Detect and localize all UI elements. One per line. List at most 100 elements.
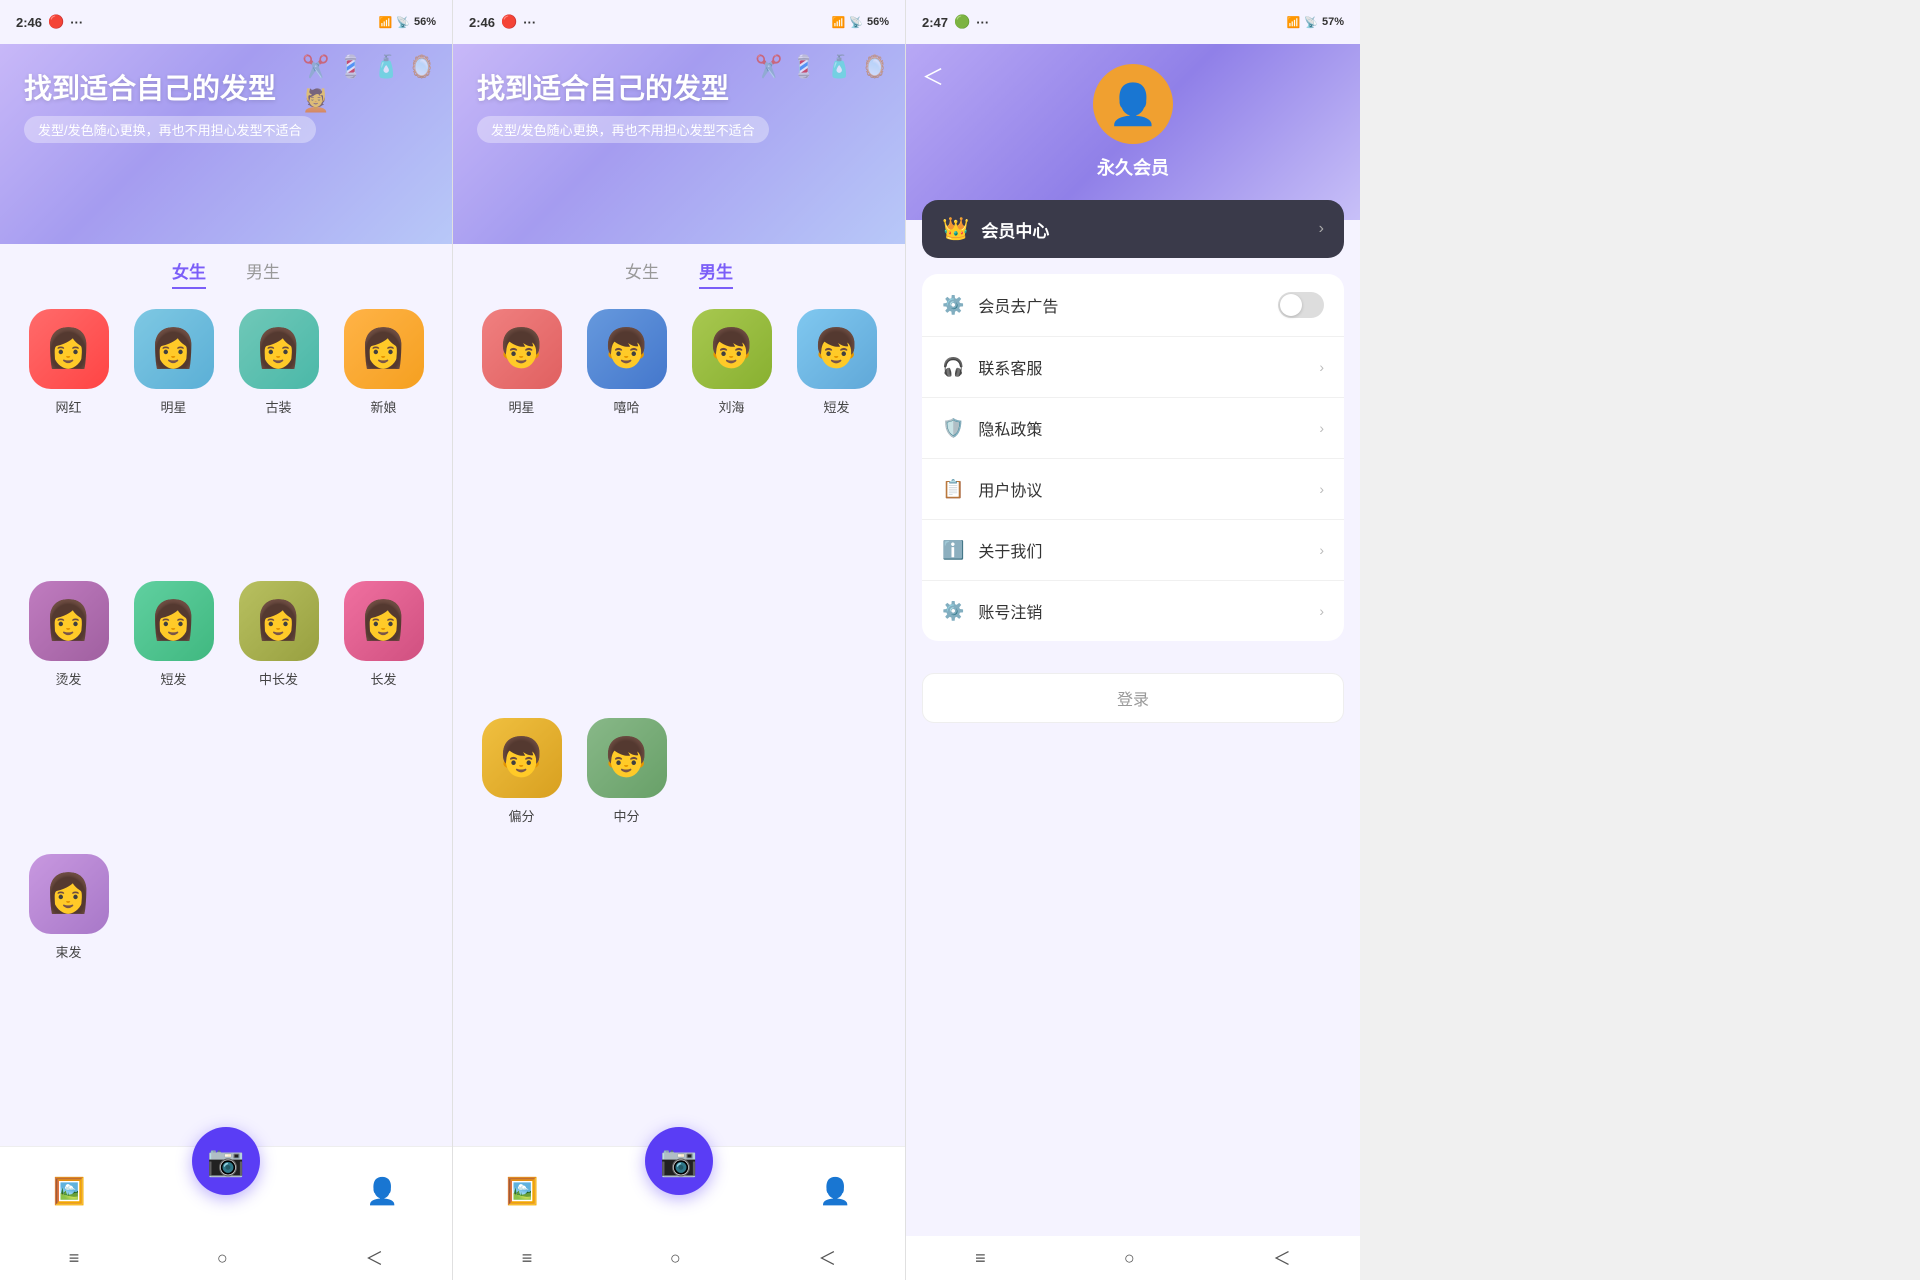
sys-home-right[interactable]: ○	[1124, 1248, 1135, 1269]
gallery-icon-2[interactable]: 🖼️	[506, 1176, 538, 1207]
sys-menu-2[interactable]: ≡	[522, 1248, 533, 1269]
hair-item-古装[interactable]: 👩 古装	[230, 309, 327, 565]
menu-item-联系客服[interactable]: 🎧 联系客服 ›	[922, 337, 1344, 398]
gallery-icon-1[interactable]: 🖼️	[53, 1176, 85, 1207]
camera-button-2[interactable]: 📷	[645, 1127, 713, 1195]
tab-female-1[interactable]: 女生	[172, 258, 206, 289]
hair-icon-m-偏分: 👦	[482, 718, 562, 798]
hair-label-长发: 长发	[370, 669, 396, 688]
sys-back-right[interactable]: ＜	[1273, 1245, 1291, 1271]
profile-icon-1[interactable]: 👤	[366, 1176, 398, 1207]
hair-label-m-短发: 短发	[823, 397, 849, 416]
menu-item-隐私政策[interactable]: 🛡️ 隐私政策 ›	[922, 398, 1344, 459]
chevron-关于我们: ›	[1319, 542, 1324, 558]
settings-icon-1: ⚙️	[942, 295, 964, 316]
info-icon: ℹ️	[942, 540, 964, 561]
hair-item-m-中分[interactable]: 👦 中分	[578, 718, 675, 1111]
menu-label-联系客服: 联系客服	[978, 355, 1042, 379]
menu-item-关于我们[interactable]: ℹ️ 关于我们 ›	[922, 520, 1344, 581]
hair-label-中长发: 中长发	[259, 669, 298, 688]
hair-icon-中长发: 👩	[239, 581, 319, 661]
back-button[interactable]: ＜	[922, 60, 944, 92]
sys-menu-1[interactable]: ≡	[69, 1248, 80, 1269]
more-1: ···	[70, 15, 83, 30]
status-bar-right: 2:47 🟢 ··· 📶 📡 57%	[906, 0, 1360, 44]
menu-item-left-隐私政策: 🛡️ 隐私政策	[942, 416, 1042, 440]
status-bar-1: 2:46 🔴 ··· 📶 📡 56%	[0, 0, 452, 44]
banner-deco-2: ✂️ 💈 🧴 🪞	[755, 54, 895, 80]
sys-home-2[interactable]: ○	[670, 1248, 681, 1269]
headset-icon: 🎧	[942, 357, 964, 378]
hair-label-m-明星: 明星	[508, 397, 534, 416]
system-nav-2: ≡ ○ ＜	[453, 1236, 905, 1280]
hair-icon-短发: 👩	[134, 581, 214, 661]
menu-item-账号注销[interactable]: ⚙️ 账号注销 ›	[922, 581, 1344, 641]
hair-item-网红[interactable]: 👩 网红	[20, 309, 117, 565]
settings-icon-2: ⚙️	[942, 601, 964, 622]
hair-item-短发[interactable]: 👩 短发	[125, 581, 222, 837]
time-right: 2:47	[922, 15, 948, 30]
more-2: ···	[523, 15, 536, 30]
hair-icon-网红: 👩	[29, 309, 109, 389]
hair-item-新娘[interactable]: 👩 新娘	[335, 309, 432, 565]
crown-icon: 👑	[942, 216, 969, 242]
menu-item-left-联系客服: 🎧 联系客服	[942, 355, 1042, 379]
camera-button-1[interactable]: 📷	[192, 1127, 260, 1195]
hair-label-烫发: 烫发	[55, 669, 81, 688]
system-nav-1: ≡ ○ ＜	[0, 1236, 452, 1280]
hair-label-m-嘻哈: 嘻哈	[613, 397, 639, 416]
hair-item-m-刘海[interactable]: 👦 刘海	[683, 309, 780, 702]
sys-back-2[interactable]: ＜	[818, 1245, 836, 1271]
hair-grid-2: 👦 明星 👦 嘻哈 👦 刘海 👦 短发 👦 偏分 👦 中分	[453, 297, 905, 1122]
tab-female-2[interactable]: 女生	[625, 258, 659, 289]
profile-header: ＜ 👤 永久会员	[906, 44, 1360, 220]
tab-male-1[interactable]: 男生	[246, 258, 280, 289]
hair-label-短发: 短发	[160, 669, 186, 688]
hair-label-m-中分: 中分	[613, 806, 639, 825]
profile-icon-2[interactable]: 👤	[819, 1176, 851, 1207]
signal-icon-1: 📶	[379, 16, 393, 29]
menu-label-隐私政策: 隐私政策	[978, 416, 1042, 440]
hair-item-中长发[interactable]: 👩 中长发	[230, 581, 327, 837]
wifi-right: 📡	[1304, 16, 1318, 29]
bottom-nav-1: 🖼️ 👤 📷	[0, 1146, 452, 1236]
hair-item-m-明星[interactable]: 👦 明星	[473, 309, 570, 702]
chevron-隐私政策: ›	[1319, 420, 1324, 436]
toggle-knob-去广告	[1280, 294, 1302, 316]
hair-item-m-嘻哈[interactable]: 👦 嘻哈	[578, 309, 675, 702]
sys-menu-right[interactable]: ≡	[975, 1248, 986, 1269]
menu-label-用户协议: 用户协议	[978, 477, 1042, 501]
banner-deco-1: ✂️ 💈 🧴 🪞 💆	[302, 54, 442, 114]
deco2-scissors: ✂️	[755, 54, 782, 80]
hair-icon-m-中分: 👦	[587, 718, 667, 798]
tab-male-2[interactable]: 男生	[699, 258, 733, 289]
member-card[interactable]: 👑 会员中心 ›	[922, 200, 1344, 258]
bottom-nav-2: 🖼️ 👤 📷	[453, 1146, 905, 1236]
hair-item-明星-1[interactable]: 👩 明星	[125, 309, 222, 565]
hair-item-束发[interactable]: 👩 束发	[20, 854, 117, 1110]
deco-mirror: 🪞	[408, 54, 435, 80]
menu-item-left-账号注销: ⚙️ 账号注销	[942, 599, 1042, 623]
sys-home-1[interactable]: ○	[217, 1248, 228, 1269]
sys-back-1[interactable]: ＜	[365, 1245, 383, 1271]
login-button[interactable]: 登录	[922, 673, 1344, 723]
login-label: 登录	[1117, 686, 1149, 710]
banner-subtitle-1: 发型/发色随心更换，再也不用担心发型不适合	[24, 116, 316, 143]
toggle-去广告[interactable]	[1278, 292, 1324, 318]
banner-text-2: 找到适合自己的发型 发型/发色随心更换，再也不用担心发型不适合	[477, 72, 769, 143]
hair-item-长发[interactable]: 👩 长发	[335, 581, 432, 837]
more-right: ···	[976, 15, 989, 30]
banner-title-1: 找到适合自己的发型	[24, 72, 316, 106]
hair-item-m-短发[interactable]: 👦 短发	[788, 309, 885, 702]
menu-label-账号注销: 账号注销	[978, 599, 1042, 623]
menu-item-left-去广告: ⚙️ 会员去广告	[942, 293, 1058, 317]
hair-item-m-偏分[interactable]: 👦 偏分	[473, 718, 570, 1111]
wifi-icon-1: 📡	[396, 16, 410, 29]
hair-label-m-刘海: 刘海	[718, 397, 744, 416]
menu-item-去广告[interactable]: ⚙️ 会员去广告	[922, 274, 1344, 337]
notif-indicator: 🟢	[954, 14, 970, 30]
hair-label-m-偏分: 偏分	[508, 806, 534, 825]
hair-label-古装: 古装	[265, 397, 291, 416]
menu-item-用户协议[interactable]: 📋 用户协议 ›	[922, 459, 1344, 520]
hair-item-烫发[interactable]: 👩 烫发	[20, 581, 117, 837]
